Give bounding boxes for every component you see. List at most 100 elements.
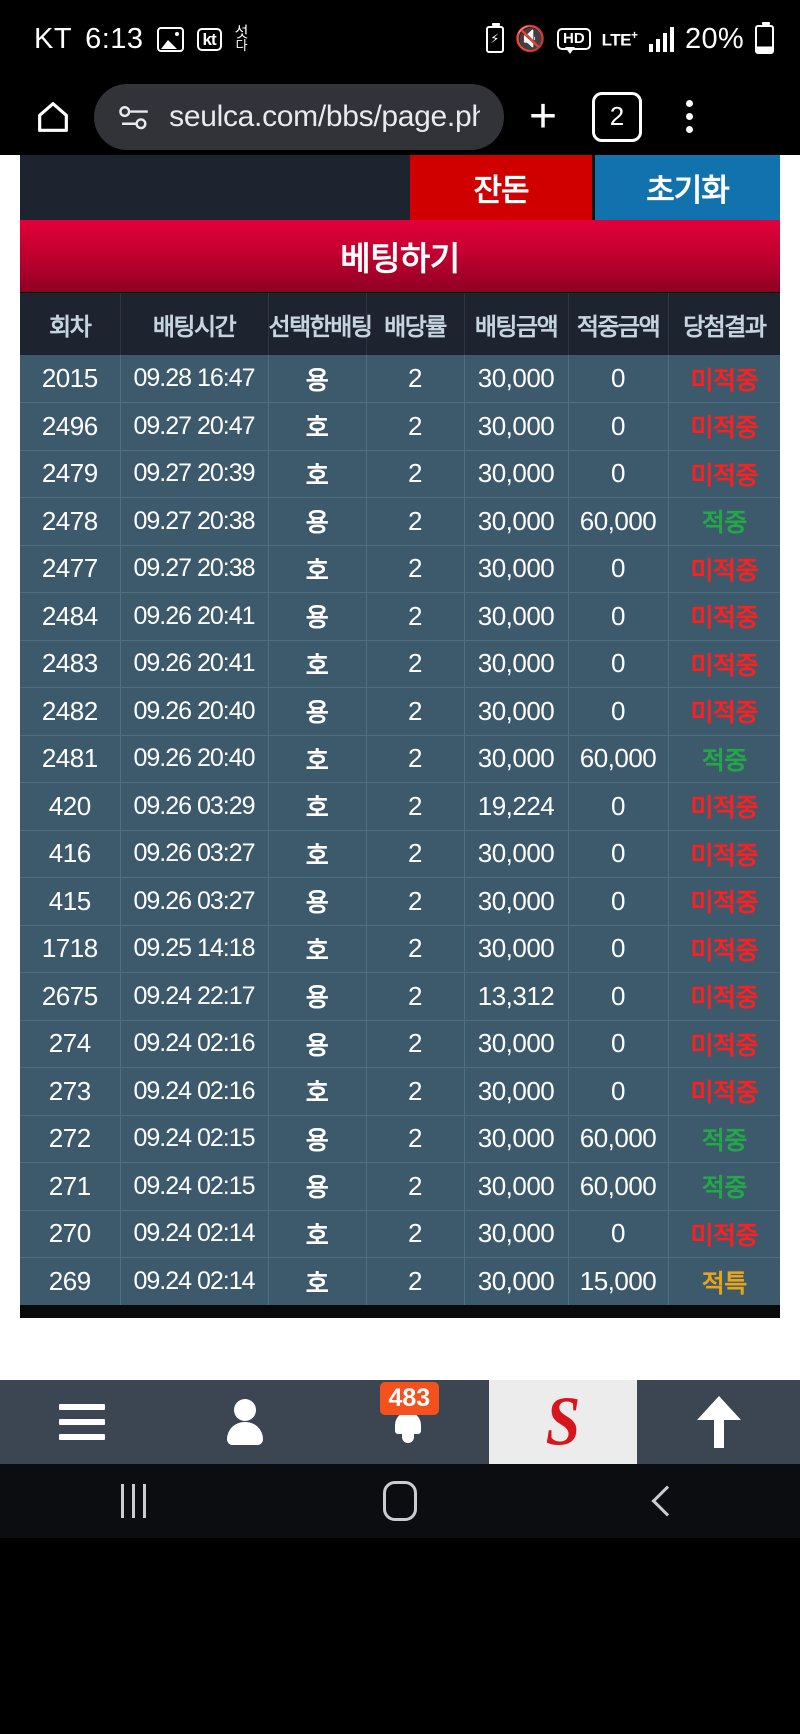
table-row[interactable]: 2482 09.26 20:40 용 2 30,000 0 미적중: [20, 687, 780, 736]
cell-time: 09.27 20:38: [120, 497, 269, 546]
hamburger-menu-icon: [58, 1404, 105, 1440]
cell-round: 416: [20, 830, 121, 878]
url-bar[interactable]: seulca.com/bbs/page.ph: [94, 83, 504, 150]
cell-win: 0: [568, 687, 669, 736]
back-chevron-icon: [651, 1485, 683, 1517]
cell-round: 420: [20, 782, 121, 831]
cell-result: 미적중: [668, 877, 780, 926]
battery-percent-label: 20%: [685, 22, 744, 55]
cell-pick: 호: [268, 402, 367, 451]
balance-button[interactable]: 잔돈: [410, 155, 595, 220]
cell-odds: 2: [366, 1210, 465, 1258]
table-row[interactable]: 2478 09.27 20:38 용 2 30,000 60,000 적중: [20, 497, 780, 546]
table-row[interactable]: 270 09.24 02:14 호 2 30,000 0 미적중: [20, 1210, 780, 1258]
table-row[interactable]: 2675 09.24 22:17 용 2 13,312 0 미적중: [20, 972, 780, 1021]
status-badge: 미적중: [690, 1031, 758, 1060]
plus-icon[interactable]: +: [514, 88, 572, 146]
nav-scroll-top-button[interactable]: [637, 1380, 800, 1464]
nav-notifications-button[interactable]: 483: [326, 1380, 489, 1464]
table-row[interactable]: 2481 09.26 20:40 호 2 30,000 60,000 적중: [20, 735, 780, 783]
android-recents-button[interactable]: [0, 1484, 267, 1518]
page-title: 베팅하기: [20, 220, 780, 293]
table-row[interactable]: 2479 09.27 20:39 호 2 30,000 0 미적중: [20, 450, 780, 498]
cell-round: 2484: [20, 592, 121, 641]
cell-time: 09.24 22:17: [120, 972, 269, 1021]
cell-result: 미적중: [668, 925, 780, 973]
cell-pick: 호: [268, 450, 367, 498]
betting-history-table-wrapper[interactable]: 회차 배팅시간 선택한배팅 배당률 배팅금액 적중금액 당첨결과 2015 09.…: [20, 293, 780, 1305]
table-bottom-scrollbar[interactable]: [20, 1305, 780, 1318]
table-row[interactable]: 2484 09.26 20:41 용 2 30,000 0 미적중: [20, 592, 780, 641]
cell-pick: 호: [268, 1067, 367, 1116]
cell-win: 0: [568, 592, 669, 641]
table-row[interactable]: 2483 09.26 20:41 호 2 30,000 0 미적중: [20, 640, 780, 688]
cell-pick: 용: [268, 972, 367, 1021]
cell-pick: 호: [268, 640, 367, 688]
cell-odds: 2: [366, 1115, 465, 1163]
status-badge: 미적중: [690, 841, 758, 870]
tab-switcher-button[interactable]: 2: [592, 91, 642, 142]
cell-time: 09.24 02:16: [120, 1067, 269, 1116]
table-row[interactable]: 273 09.24 02:16 호 2 30,000 0 미적중: [20, 1067, 780, 1116]
table-row[interactable]: 2496 09.27 20:47 호 2 30,000 0 미적중: [20, 402, 780, 451]
cell-time: 09.26 03:27: [120, 830, 269, 878]
recents-icon: [120, 1484, 146, 1518]
clock-label: 6:13: [85, 22, 144, 55]
cell-pick: 용: [268, 1020, 367, 1068]
cell-time: 09.28 16:47: [120, 355, 269, 403]
cell-round: 2483: [20, 640, 121, 688]
table-row[interactable]: 420 09.26 03:29 호 2 19,224 0 미적중: [20, 782, 780, 831]
cell-win: 60,000: [568, 1162, 669, 1211]
cell-win: 0: [568, 782, 669, 831]
cell-bet: 30,000: [464, 735, 569, 783]
cell-pick: 호: [268, 925, 367, 973]
table-row[interactable]: 269 09.24 02:14 호 2 30,000 15,000 적특: [20, 1257, 780, 1305]
status-badge: 적중: [701, 1126, 748, 1155]
home-icon[interactable]: [22, 86, 84, 148]
nav-site-logo[interactable]: S: [489, 1380, 637, 1464]
table-row[interactable]: 2015 09.28 16:47 용 2 30,000 0 미적중: [20, 355, 780, 403]
arrow-up-icon: [696, 1396, 741, 1448]
table-row[interactable]: 271 09.24 02:15 용 2 30,000 60,000 적중: [20, 1162, 780, 1211]
cell-round: 2496: [20, 402, 121, 451]
reset-button[interactable]: 초기화: [595, 155, 780, 220]
status-badge: 적중: [701, 746, 748, 775]
cell-win: 0: [568, 640, 669, 688]
table-row[interactable]: 2477 09.27 20:38 호 2 30,000 0 미적중: [20, 545, 780, 593]
table-row[interactable]: 416 09.26 03:27 호 2 30,000 0 미적중: [20, 830, 780, 878]
nav-menu-button[interactable]: [0, 1380, 163, 1464]
more-vertical-icon[interactable]: [660, 88, 718, 146]
carrier-label: KT: [34, 22, 73, 55]
table-row[interactable]: 274 09.24 02:16 용 2 30,000 0 미적중: [20, 1020, 780, 1068]
nav-profile-button[interactable]: [163, 1380, 326, 1464]
status-badge: 미적중: [690, 556, 758, 585]
person-icon: [225, 1399, 265, 1445]
cell-odds: 2: [366, 1020, 465, 1068]
browser-toolbar: seulca.com/bbs/page.ph + 2: [0, 78, 800, 155]
hd-voice-icon: HD: [557, 27, 591, 54]
cell-win: 0: [568, 450, 669, 498]
action-button-bar: 잔돈 초기화: [20, 155, 780, 220]
url-text: seulca.com/bbs/page.ph: [169, 99, 480, 133]
status-badge: 미적중: [690, 604, 758, 633]
column-header-round: 회차: [20, 293, 121, 355]
table-row[interactable]: 415 09.26 03:27 용 2 30,000 0 미적중: [20, 877, 780, 926]
cell-result: 미적중: [668, 545, 780, 593]
cell-result: 적중: [668, 1115, 780, 1163]
cell-bet: 30,000: [464, 1067, 569, 1116]
status-badge: 미적중: [690, 366, 758, 395]
cell-result: 적중: [668, 735, 780, 783]
cell-time: 09.26 03:29: [120, 782, 269, 831]
cell-bet: 30,000: [464, 830, 569, 878]
cell-bet: 30,000: [464, 1162, 569, 1211]
table-row[interactable]: 1718 09.25 14:18 호 2 30,000 0 미적중: [20, 925, 780, 973]
site-settings-icon[interactable]: [118, 102, 153, 132]
cell-pick: 용: [268, 687, 367, 736]
cell-result: 미적중: [668, 830, 780, 878]
cell-bet: 30,000: [464, 925, 569, 973]
cell-round: 2675: [20, 972, 121, 1021]
table-row[interactable]: 272 09.24 02:15 용 2 30,000 60,000 적중: [20, 1115, 780, 1163]
android-back-button[interactable]: [533, 1485, 800, 1517]
android-home-button[interactable]: [267, 1481, 534, 1521]
status-badge: 미적중: [690, 1079, 758, 1108]
